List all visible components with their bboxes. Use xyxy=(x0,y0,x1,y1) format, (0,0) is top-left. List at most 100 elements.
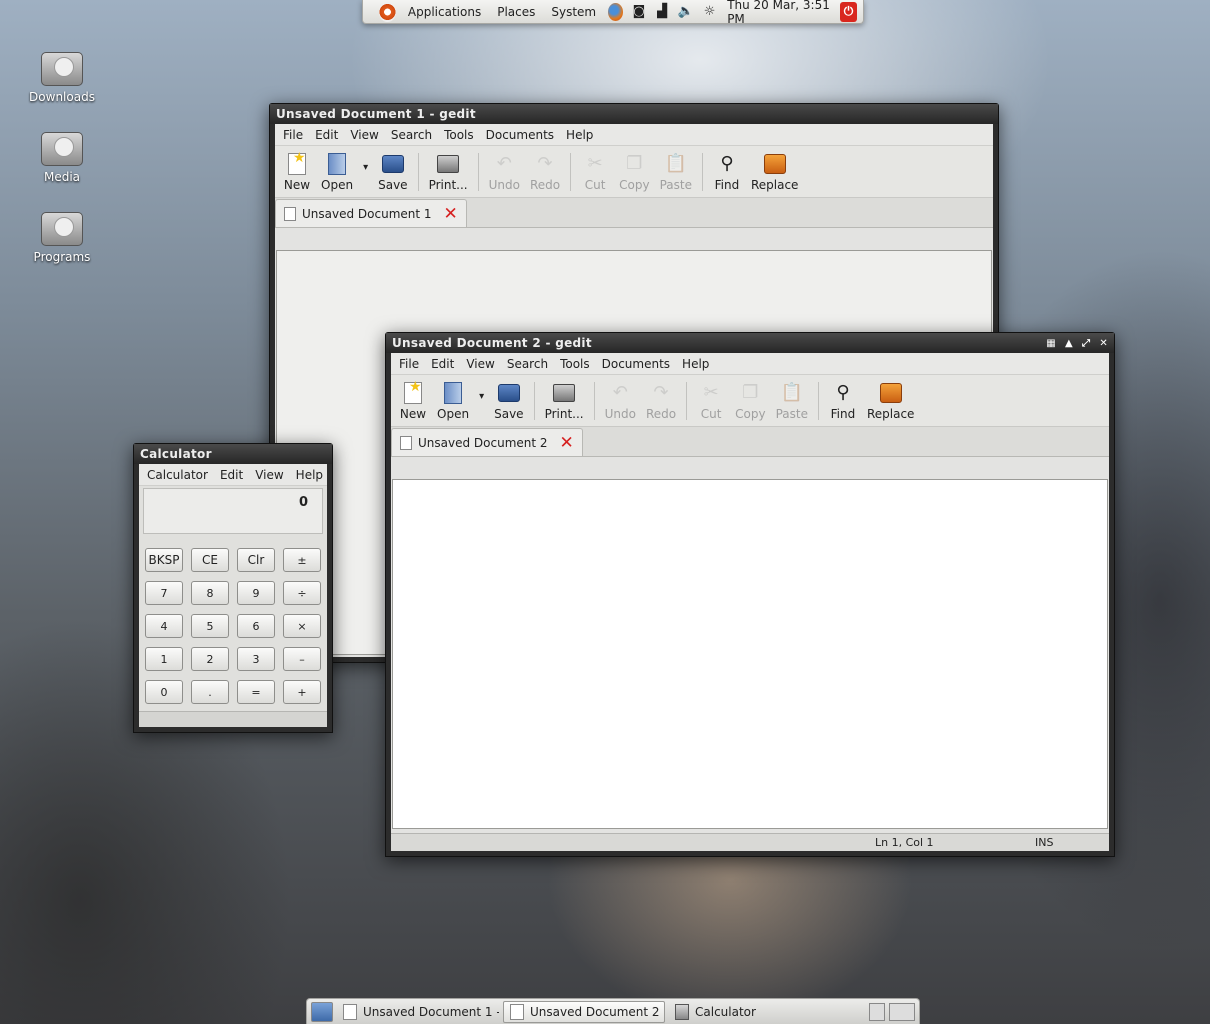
find-button[interactable]: ⚲ Find xyxy=(825,381,861,421)
menu-help[interactable]: Help xyxy=(562,128,597,142)
key-6[interactable]: 6 xyxy=(237,614,275,638)
gedit-window-2[interactable]: Unsaved Document 2 - gedit ▦ ▲ ⤢ ✕ File … xyxy=(385,332,1115,857)
panel-menu-system[interactable]: System xyxy=(547,5,600,19)
menu-view[interactable]: View xyxy=(462,357,498,371)
menubar: Calculator Edit View Help xyxy=(139,464,327,486)
task-gedit-1[interactable]: Unsaved Document 1 -... xyxy=(337,1001,499,1023)
firefox-icon[interactable] xyxy=(608,2,624,21)
key-clear-entry[interactable]: CE xyxy=(191,548,229,572)
save-button[interactable]: Save xyxy=(490,381,527,421)
chevron-down-icon[interactable]: ▾ xyxy=(359,162,372,173)
ubuntu-logo-icon[interactable] xyxy=(379,1,396,22)
menu-help[interactable]: Help xyxy=(292,468,327,482)
key-1[interactable]: 1 xyxy=(145,647,183,671)
calculator-window[interactable]: Calculator Calculator Edit View Help 0 B… xyxy=(133,443,333,733)
paste-button[interactable]: 📋 Paste xyxy=(656,152,696,192)
menu-documents[interactable]: Documents xyxy=(482,128,558,142)
trash-icon[interactable] xyxy=(869,1002,885,1021)
key-clear[interactable]: Clr xyxy=(237,548,275,572)
key-plus-minus[interactable]: ± xyxy=(283,548,321,572)
key-divide[interactable]: ÷ xyxy=(283,581,321,605)
replace-button[interactable]: Replace xyxy=(747,152,802,192)
open-button[interactable]: Open xyxy=(433,381,473,421)
key-decimal[interactable]: . xyxy=(191,680,229,704)
key-7[interactable]: 7 xyxy=(145,581,183,605)
menu-search[interactable]: Search xyxy=(503,357,552,371)
desktop-icon-media[interactable]: Media xyxy=(22,132,102,184)
network-signal-icon[interactable]: ▟ xyxy=(655,3,670,21)
new-button[interactable]: New xyxy=(395,379,431,421)
menu-view[interactable]: View xyxy=(346,128,382,142)
new-label: New xyxy=(283,177,311,192)
replace-button[interactable]: Replace xyxy=(863,381,918,421)
redo-button[interactable]: ↷ Redo xyxy=(642,381,680,421)
grid-icon[interactable]: ▦ xyxy=(1046,338,1056,349)
key-4[interactable]: 4 xyxy=(145,614,183,638)
copy-button[interactable]: ❐ Copy xyxy=(731,381,769,421)
menu-documents[interactable]: Documents xyxy=(598,357,674,371)
undo-button[interactable]: ↶ Undo xyxy=(485,152,524,192)
chevron-down-icon[interactable]: ▾ xyxy=(475,391,488,402)
menu-view[interactable]: View xyxy=(251,468,287,482)
task-calculator[interactable]: Calculator xyxy=(669,1001,831,1023)
key-5[interactable]: 5 xyxy=(191,614,229,638)
calculator-keypad: BKSP CE Clr ± 7 8 9 ÷ 4 5 6 × 1 2 3 – 0 … xyxy=(145,548,321,704)
desktop-icon-downloads[interactable]: Downloads xyxy=(22,52,102,104)
menu-edit[interactable]: Edit xyxy=(427,357,458,371)
task-gedit-2[interactable]: Unsaved Document 2 ... xyxy=(503,1000,665,1023)
volume-icon[interactable]: 🔈 xyxy=(678,3,694,21)
key-3[interactable]: 3 xyxy=(237,647,275,671)
weather-icon[interactable]: ☼ xyxy=(702,3,717,21)
key-backspace[interactable]: BKSP xyxy=(145,548,183,572)
speaker-device-icon[interactable]: ◙ xyxy=(631,3,646,21)
menu-tools[interactable]: Tools xyxy=(556,357,594,371)
show-desktop-icon[interactable] xyxy=(311,1001,333,1022)
tab-unsaved-document-1[interactable]: Unsaved Document 1 ✕ xyxy=(275,199,467,227)
text-editor[interactable] xyxy=(392,479,1108,829)
menu-help[interactable]: Help xyxy=(678,357,713,371)
paste-button[interactable]: 📋 Paste xyxy=(772,381,812,421)
undo-button[interactable]: ↶ Undo xyxy=(601,381,640,421)
panel-menu-places[interactable]: Places xyxy=(493,5,539,19)
key-equals[interactable]: = xyxy=(237,680,275,704)
menu-tools[interactable]: Tools xyxy=(440,128,478,142)
menu-file[interactable]: File xyxy=(395,357,423,371)
close-icon[interactable]: ✕ xyxy=(1099,338,1108,349)
key-8[interactable]: 8 xyxy=(191,581,229,605)
key-2[interactable]: 2 xyxy=(191,647,229,671)
window-titlebar[interactable]: Calculator xyxy=(134,444,332,464)
key-subtract[interactable]: – xyxy=(283,647,321,671)
new-button[interactable]: New xyxy=(279,150,315,192)
key-0[interactable]: 0 xyxy=(145,680,183,704)
save-button[interactable]: Save xyxy=(374,152,411,192)
menu-edit[interactable]: Edit xyxy=(216,468,247,482)
maximize-icon[interactable]: ⤢ xyxy=(1082,338,1090,349)
close-tab-icon[interactable]: ✕ xyxy=(444,204,458,224)
key-multiply[interactable]: × xyxy=(283,614,321,638)
redo-button[interactable]: ↷ Redo xyxy=(526,152,564,192)
menu-file[interactable]: File xyxy=(279,128,307,142)
print-button[interactable]: Print... xyxy=(425,152,472,192)
key-9[interactable]: 9 xyxy=(237,581,275,605)
menu-edit[interactable]: Edit xyxy=(311,128,342,142)
menu-calculator[interactable]: Calculator xyxy=(143,468,212,482)
power-icon[interactable]: ⏻ xyxy=(840,1,857,22)
key-add[interactable]: + xyxy=(283,680,321,704)
find-button[interactable]: ⚲ Find xyxy=(709,152,745,192)
cut-button[interactable]: ✂ Cut xyxy=(577,152,613,192)
desktop-icon-programs[interactable]: Programs xyxy=(22,212,102,264)
open-button[interactable]: Open xyxy=(317,152,357,192)
cut-button[interactable]: ✂ Cut xyxy=(693,381,729,421)
close-tab-icon[interactable]: ✕ xyxy=(560,433,574,453)
menu-search[interactable]: Search xyxy=(387,128,436,142)
copy-button[interactable]: ❐ Copy xyxy=(615,152,653,192)
tab-unsaved-document-2[interactable]: Unsaved Document 2 ✕ xyxy=(391,428,583,456)
workspace-switcher-icon[interactable] xyxy=(889,1002,915,1021)
minimize-icon[interactable]: ▲ xyxy=(1065,338,1073,349)
panel-menu-applications[interactable]: Applications xyxy=(404,5,485,19)
clock[interactable]: Thu 20 Mar, 3:51 PM xyxy=(727,0,832,26)
print-button[interactable]: Print... xyxy=(541,381,588,421)
undo-label: Undo xyxy=(488,177,520,192)
window-titlebar[interactable]: Unsaved Document 1 - gedit xyxy=(270,104,998,124)
window-titlebar[interactable]: Unsaved Document 2 - gedit ▦ ▲ ⤢ ✕ xyxy=(386,333,1114,353)
